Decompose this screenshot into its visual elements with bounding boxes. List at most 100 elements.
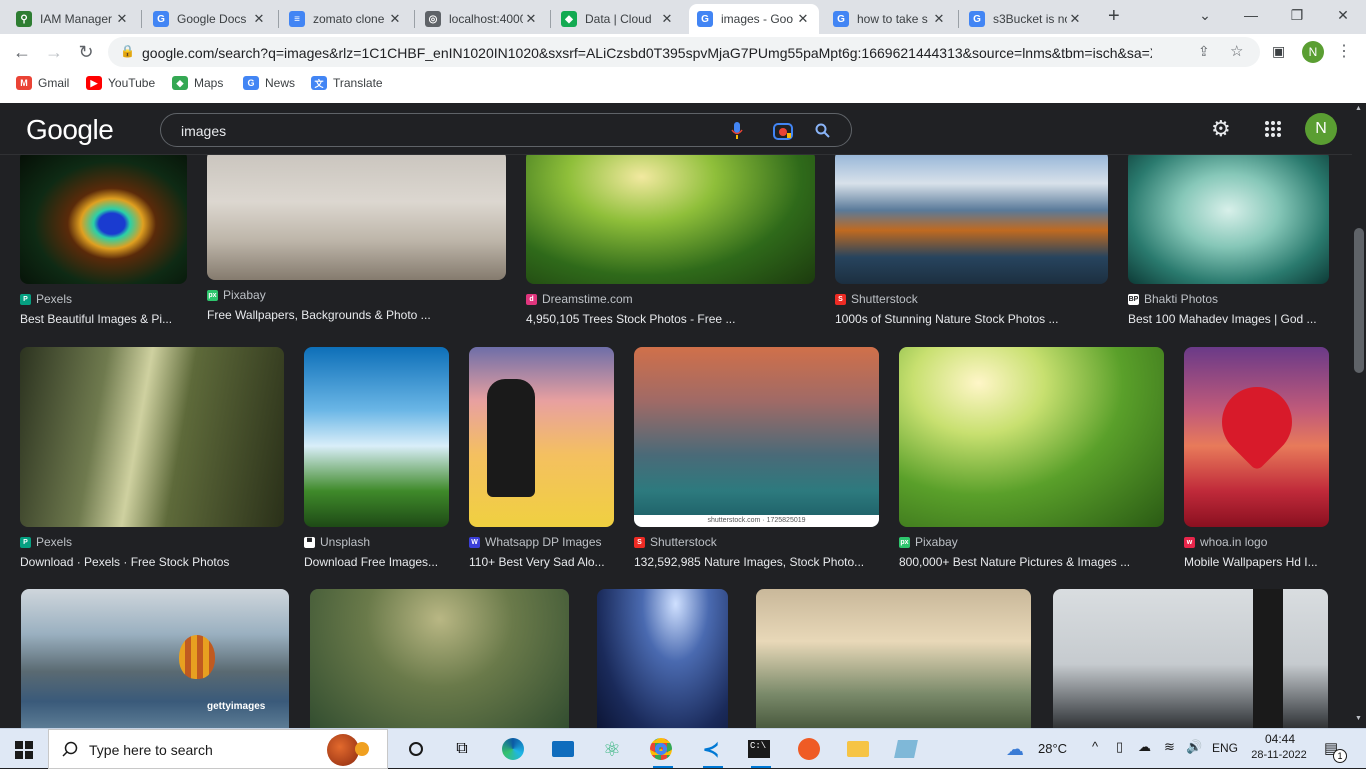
result-thumbnail[interactable]: gettyimages [21, 589, 289, 728]
scroll-down-icon[interactable]: ▼ [1355, 715, 1362, 722]
vscode-icon[interactable]: ≺ [695, 735, 727, 763]
show-hidden-icons-icon[interactable]: ^ [1092, 739, 1098, 754]
result-caption[interactable]: Free Wallpapers, Backgrounds & Photo ... [207, 308, 506, 322]
tab-3[interactable]: ≡ zomato clone ✕ [281, 4, 411, 34]
google-logo[interactable]: Google [26, 114, 114, 146]
chrome-icon[interactable] [645, 735, 677, 763]
result-source[interactable]: S Shutterstock [634, 535, 717, 549]
result-caption[interactable]: 110+ Best Very Sad Alo... [469, 555, 614, 569]
result-thumbnail[interactable] [469, 347, 614, 527]
bookmark-news[interactable]: G News [243, 76, 295, 90]
result-source[interactable]: W Whatsapp DP Images [469, 535, 602, 549]
close-window-icon[interactable]: ✕ [1320, 0, 1366, 30]
result-caption[interactable]: 132,592,985 Nature Images, Stock Photo..… [634, 555, 879, 569]
search-icon[interactable] [815, 123, 831, 139]
settings-gear-icon[interactable]: ⚙ [1211, 116, 1231, 142]
device-icon[interactable]: ▯ [1116, 739, 1123, 755]
apps-grid-icon[interactable] [1264, 120, 1282, 138]
bookmark-gmail[interactable]: M Gmail [16, 76, 69, 90]
search-box[interactable]: images [160, 113, 852, 147]
result-thumbnail[interactable] [1128, 155, 1329, 284]
reload-icon[interactable]: ↻ [74, 40, 98, 64]
cortana-icon[interactable] [400, 735, 432, 763]
bookmark-translate[interactable]: 文 Translate [311, 76, 383, 90]
tab-close-icon[interactable]: ✕ [523, 11, 539, 27]
result-thumbnail[interactable] [597, 589, 728, 728]
tab-5[interactable]: ◆ Data | Cloud ✕ [553, 4, 683, 34]
clock-date[interactable]: 28-11-2022 [1246, 749, 1312, 761]
onedrive-icon[interactable]: ☁ [1138, 739, 1151, 755]
tab-search-icon[interactable]: ⌄ [1182, 0, 1228, 30]
new-tab-icon[interactable]: + [1108, 5, 1120, 28]
result-source[interactable]: P Pexels [20, 292, 72, 306]
tab-4[interactable]: ◎ localhost:4000 ✕ [417, 4, 547, 34]
forward-icon[interactable]: → [42, 40, 66, 64]
tab-close-icon[interactable]: ✕ [931, 11, 947, 27]
result-thumbnail[interactable]: shutterstock.com · 1725825019 [634, 347, 879, 527]
result-source[interactable]: S Shutterstock [835, 292, 918, 306]
edge-icon[interactable] [497, 735, 529, 763]
scrollbar-thumb[interactable] [1354, 228, 1364, 373]
tab-2[interactable]: G Google Docs ✕ [145, 4, 275, 34]
result-thumbnail[interactable] [20, 155, 187, 284]
result-source[interactable]: BP Bhakti Photos [1128, 292, 1218, 306]
terminal-icon[interactable]: C:\ [743, 735, 775, 763]
restore-icon[interactable]: ❐ [1274, 0, 1320, 30]
windows-start-icon[interactable] [15, 741, 33, 759]
tab-close-icon[interactable]: ✕ [114, 11, 130, 27]
result-thumbnail[interactable] [304, 347, 449, 527]
clock-time[interactable]: 04:44 [1250, 732, 1310, 746]
account-avatar[interactable]: N [1305, 113, 1337, 145]
search-query[interactable]: images [181, 123, 226, 139]
tab-1[interactable]: ⚲ IAM Manager ✕ [8, 4, 138, 34]
lens-icon[interactable] [773, 122, 793, 140]
result-thumbnail[interactable] [526, 155, 815, 284]
result-thumbnail[interactable] [207, 155, 506, 280]
tab-close-icon[interactable]: ✕ [659, 11, 675, 27]
back-icon[interactable]: ← [10, 40, 34, 64]
result-thumbnail[interactable] [899, 347, 1164, 527]
result-thumbnail[interactable] [756, 589, 1031, 728]
tab-6[interactable]: Gimages - Goo ✕ [689, 4, 819, 34]
result-caption[interactable]: 800,000+ Best Nature Pictures & Images .… [899, 555, 1164, 569]
profile-avatar[interactable]: N [1302, 41, 1324, 63]
tab-close-icon[interactable]: ✕ [795, 11, 811, 27]
menu-icon[interactable]: ⋮ [1336, 41, 1352, 61]
temperature-text[interactable]: 28°C [1038, 741, 1067, 756]
bookmark-maps[interactable]: ◆ Maps [172, 76, 223, 90]
side-panel-icon[interactable]: ▣ [1272, 43, 1285, 60]
tab-close-icon[interactable]: ✕ [387, 11, 403, 27]
page-scrollbar[interactable]: ▲ ▼ [1352, 103, 1366, 728]
result-thumbnail[interactable] [310, 589, 569, 728]
minimize-icon[interactable]: — [1228, 0, 1274, 30]
app-icon[interactable] [890, 735, 922, 763]
share-icon[interactable]: ⇪ [1198, 43, 1210, 60]
scroll-up-icon[interactable]: ▲ [1355, 105, 1362, 112]
result-caption[interactable]: 4,950,105 Trees Stock Photos - Free ... [526, 312, 815, 326]
atom-icon[interactable]: ⚛ [596, 735, 628, 763]
taskbar-search-box[interactable]: Type here to search [48, 729, 388, 769]
result-caption[interactable]: Best 100 Mahadev Images | God ... [1128, 312, 1329, 326]
weather-cloud-icon[interactable]: ☁ [1006, 739, 1024, 760]
language-indicator[interactable]: ENG [1212, 741, 1238, 755]
file-explorer-icon[interactable] [842, 735, 874, 763]
mail-icon[interactable] [547, 735, 579, 763]
result-source[interactable]: px Pixabay [899, 535, 958, 549]
result-thumbnail[interactable] [835, 155, 1108, 284]
result-thumbnail[interactable] [20, 347, 284, 527]
result-caption[interactable]: Mobile Wallpapers Hd I... [1184, 555, 1329, 569]
result-source[interactable]: w whoa.in logo [1184, 535, 1267, 549]
mic-icon[interactable] [731, 122, 743, 139]
bookmark-star-icon[interactable]: ☆ [1230, 42, 1243, 60]
tab-close-icon[interactable]: ✕ [1067, 11, 1083, 27]
result-source[interactable]: px Pixabay [207, 288, 266, 302]
result-source[interactable]: P Pexels [20, 535, 72, 549]
result-source[interactable]: ▀ Unsplash [304, 535, 370, 549]
tab-close-icon[interactable]: ✕ [251, 11, 267, 27]
result-thumbnail[interactable] [1184, 347, 1329, 527]
bookmark-youtube[interactable]: ▶ YouTube [86, 76, 155, 90]
postman-icon[interactable] [793, 735, 825, 763]
volume-icon[interactable]: 🔊 [1186, 739, 1202, 755]
address-bar[interactable]: 🔒 google.com/search?q=images&rlz=1C1CHBF… [108, 37, 1260, 67]
task-view-icon[interactable]: ⧉ [446, 735, 478, 763]
